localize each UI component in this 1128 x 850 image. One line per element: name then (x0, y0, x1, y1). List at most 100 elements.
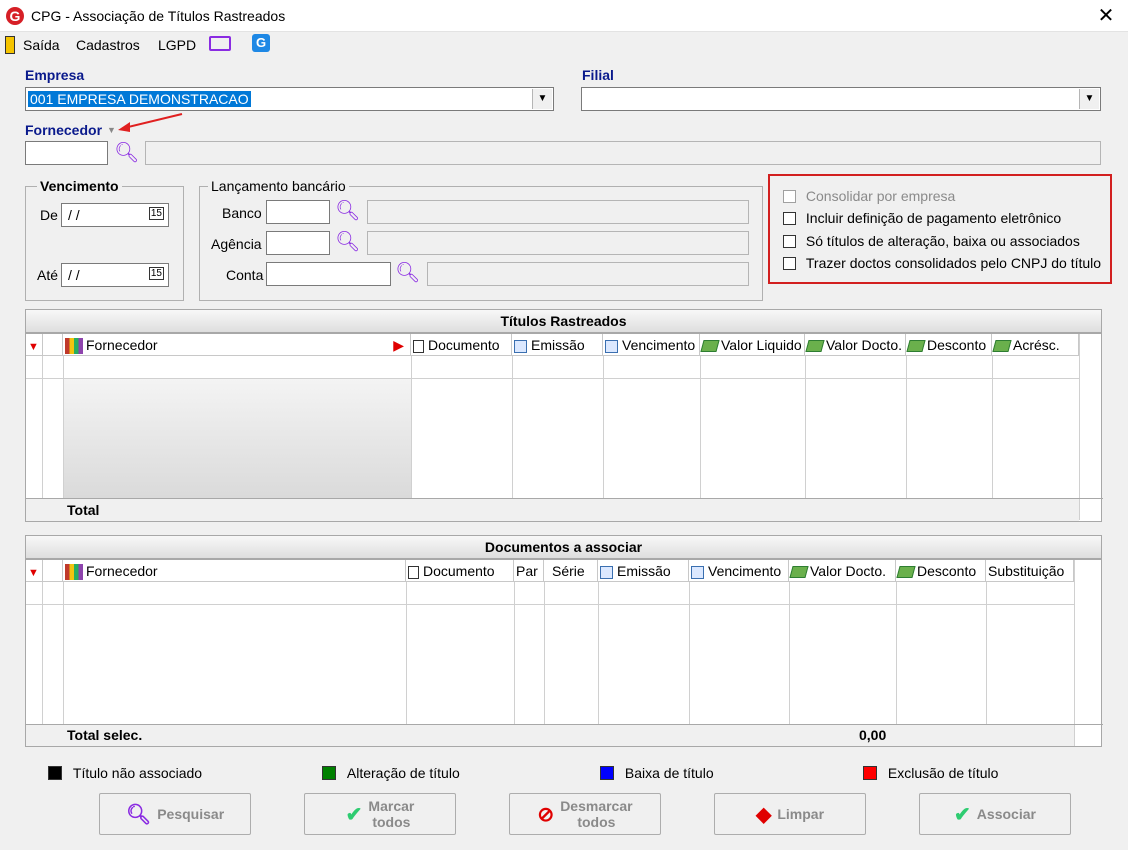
money-icon (896, 566, 916, 579)
menu-lgpd[interactable]: LGPD (158, 37, 196, 53)
col-documento[interactable]: Documento (411, 334, 512, 356)
legend-item-alteracao: Alteração de título (322, 765, 460, 781)
menu-saida[interactable]: Saída (23, 37, 60, 53)
pesquisar-button[interactable]: 🔍︎ Pesquisar (99, 793, 251, 835)
col-vencimento[interactable]: Vencimento (603, 334, 700, 356)
chevron-down-icon[interactable]: ▼ (532, 89, 552, 109)
col-vencimento[interactable]: Vencimento (689, 560, 789, 582)
associar-button[interactable]: ✔ Associar (919, 793, 1071, 835)
select-column-header (43, 334, 63, 356)
fornecedor-name-field (145, 141, 1101, 165)
col-par[interactable]: Par (514, 560, 544, 582)
checkbox[interactable] (783, 257, 796, 270)
search-icon[interactable]: 🔍︎ (335, 232, 360, 252)
document-icon (413, 339, 424, 353)
col-valor-docto[interactable]: Valor Docto. (805, 334, 906, 356)
fornecedor-icon (65, 564, 83, 581)
col-substituicao[interactable]: Substituição (986, 560, 1074, 582)
vencimento-de-input[interactable]: / / 15 (61, 203, 169, 227)
option-consolidar[interactable]: Consolidar por empresa (783, 188, 955, 204)
calendar-icon (691, 565, 704, 579)
col-emissao[interactable]: Emissão (512, 334, 603, 356)
col-acresc[interactable]: Acrésc. (992, 334, 1079, 356)
money-icon (906, 340, 926, 353)
legend-item-nao-associado: Título não associado (48, 765, 202, 781)
desmarcar-todos-button[interactable]: ⊘ Desmarcar todos (509, 793, 661, 835)
checkbox[interactable] (783, 212, 796, 225)
option-so-titulos[interactable]: Só títulos de alteração, baixa ou associ… (783, 233, 1080, 249)
option-pagamento-eletronico[interactable]: Incluir definição de pagamento eletrônic… (783, 210, 1061, 226)
calendar-icon (600, 565, 613, 579)
conta-label: Conta (226, 267, 264, 283)
titulos-grid-title: Títulos Rastreados (25, 309, 1102, 333)
col-fornecedor[interactable]: Fornecedor ▶ (63, 334, 411, 356)
fornecedor-code-input[interactable] (25, 141, 108, 165)
limpar-button[interactable]: ◆ Limpar (714, 793, 866, 835)
money-icon (992, 340, 1012, 353)
agencia-name-field (367, 231, 749, 255)
col-serie[interactable]: Série (544, 560, 598, 582)
legend-item-baixa: Baixa de título (600, 765, 714, 781)
option-trazer-doctos[interactable]: Trazer doctos consolidados pelo CNPJ do … (783, 255, 1101, 271)
agencia-input[interactable] (266, 231, 330, 255)
search-icon[interactable]: 🔍︎ (114, 143, 139, 163)
legend-swatch (48, 766, 62, 780)
monitor-icon[interactable] (209, 36, 231, 51)
menu-bar: Saída Cadastros LGPD G (0, 33, 1128, 57)
vencimento-ate-input[interactable]: / / 15 (61, 263, 169, 287)
window-title: CPG - Associação de Títulos Rastreados (31, 8, 286, 24)
money-icon (789, 566, 809, 579)
col-desconto[interactable]: Desconto (906, 334, 992, 356)
conta-name-field (427, 262, 749, 286)
legend-swatch (863, 766, 877, 780)
chevron-down-icon[interactable]: ▼ (1079, 89, 1099, 109)
conta-input[interactable] (266, 262, 391, 286)
exit-icon (5, 36, 15, 54)
total-label: Total (67, 502, 100, 518)
col-valor-liquido[interactable]: Valor Liquido (700, 334, 805, 356)
col-desconto[interactable]: Desconto (896, 560, 986, 582)
sort-indicator-icon[interactable]: ▼ (26, 560, 43, 582)
calendar-icon[interactable]: 15 (148, 207, 164, 220)
empresa-select[interactable]: 001 EMPRESA DEMONSTRACAO ▼ (25, 87, 554, 111)
col-emissao[interactable]: Emissão (598, 560, 689, 582)
select-column-header (43, 560, 63, 582)
titulos-grid[interactable]: ▼ Fornecedor ▶ Documento Emissão Vencime… (25, 333, 1103, 522)
calendar-icon (514, 339, 527, 353)
total-row (26, 499, 1079, 521)
checkbox[interactable] (783, 190, 796, 203)
marcar-todos-button[interactable]: ✔ Marcar todos (304, 793, 456, 835)
banco-label: Banco (222, 205, 262, 221)
documentos-grid-title: Documentos a associar (25, 535, 1102, 559)
legend-swatch (322, 766, 336, 780)
total-selec-label: Total selec. (67, 727, 143, 743)
banco-name-field (367, 200, 749, 224)
filial-select[interactable]: ▼ (581, 87, 1101, 111)
app-shortcut-icon[interactable]: G (252, 34, 270, 52)
money-icon (700, 340, 720, 353)
search-icon[interactable]: 🔍︎ (335, 201, 360, 221)
close-button[interactable]: ✕ (1094, 4, 1118, 28)
col-valor-docto[interactable]: Valor Docto. (789, 560, 896, 582)
fornecedor-column-fill (63, 378, 411, 498)
search-icon[interactable]: 🔍︎ (395, 263, 420, 283)
checkbox[interactable] (783, 235, 796, 248)
sort-indicator-icon[interactable]: ▼ (26, 334, 43, 356)
banco-input[interactable] (266, 200, 330, 224)
legend-item-exclusao: Exclusão de título (863, 765, 998, 781)
eraser-icon: ◆ (755, 803, 772, 826)
ate-label: Até (37, 267, 59, 283)
filial-label: Filial (582, 67, 614, 83)
menu-cadastros[interactable]: Cadastros (76, 37, 140, 53)
col-fornecedor[interactable]: Fornecedor (63, 560, 406, 582)
fornecedor-label: Fornecedor (25, 122, 103, 138)
fornecedor-icon (65, 338, 83, 355)
empresa-value: 001 EMPRESA DEMONSTRACAO (28, 91, 251, 107)
col-documento[interactable]: Documento (406, 560, 514, 582)
documentos-grid[interactable]: ▼ Fornecedor Documento Par Série Emissão… (25, 559, 1103, 747)
calendar-icon (605, 339, 618, 353)
total-selec-value: 0,00 (859, 727, 887, 743)
lancamento-label: Lançamento bancário (208, 178, 349, 194)
calendar-icon[interactable]: 15 (148, 267, 164, 280)
app-logo-icon: G (6, 7, 24, 25)
